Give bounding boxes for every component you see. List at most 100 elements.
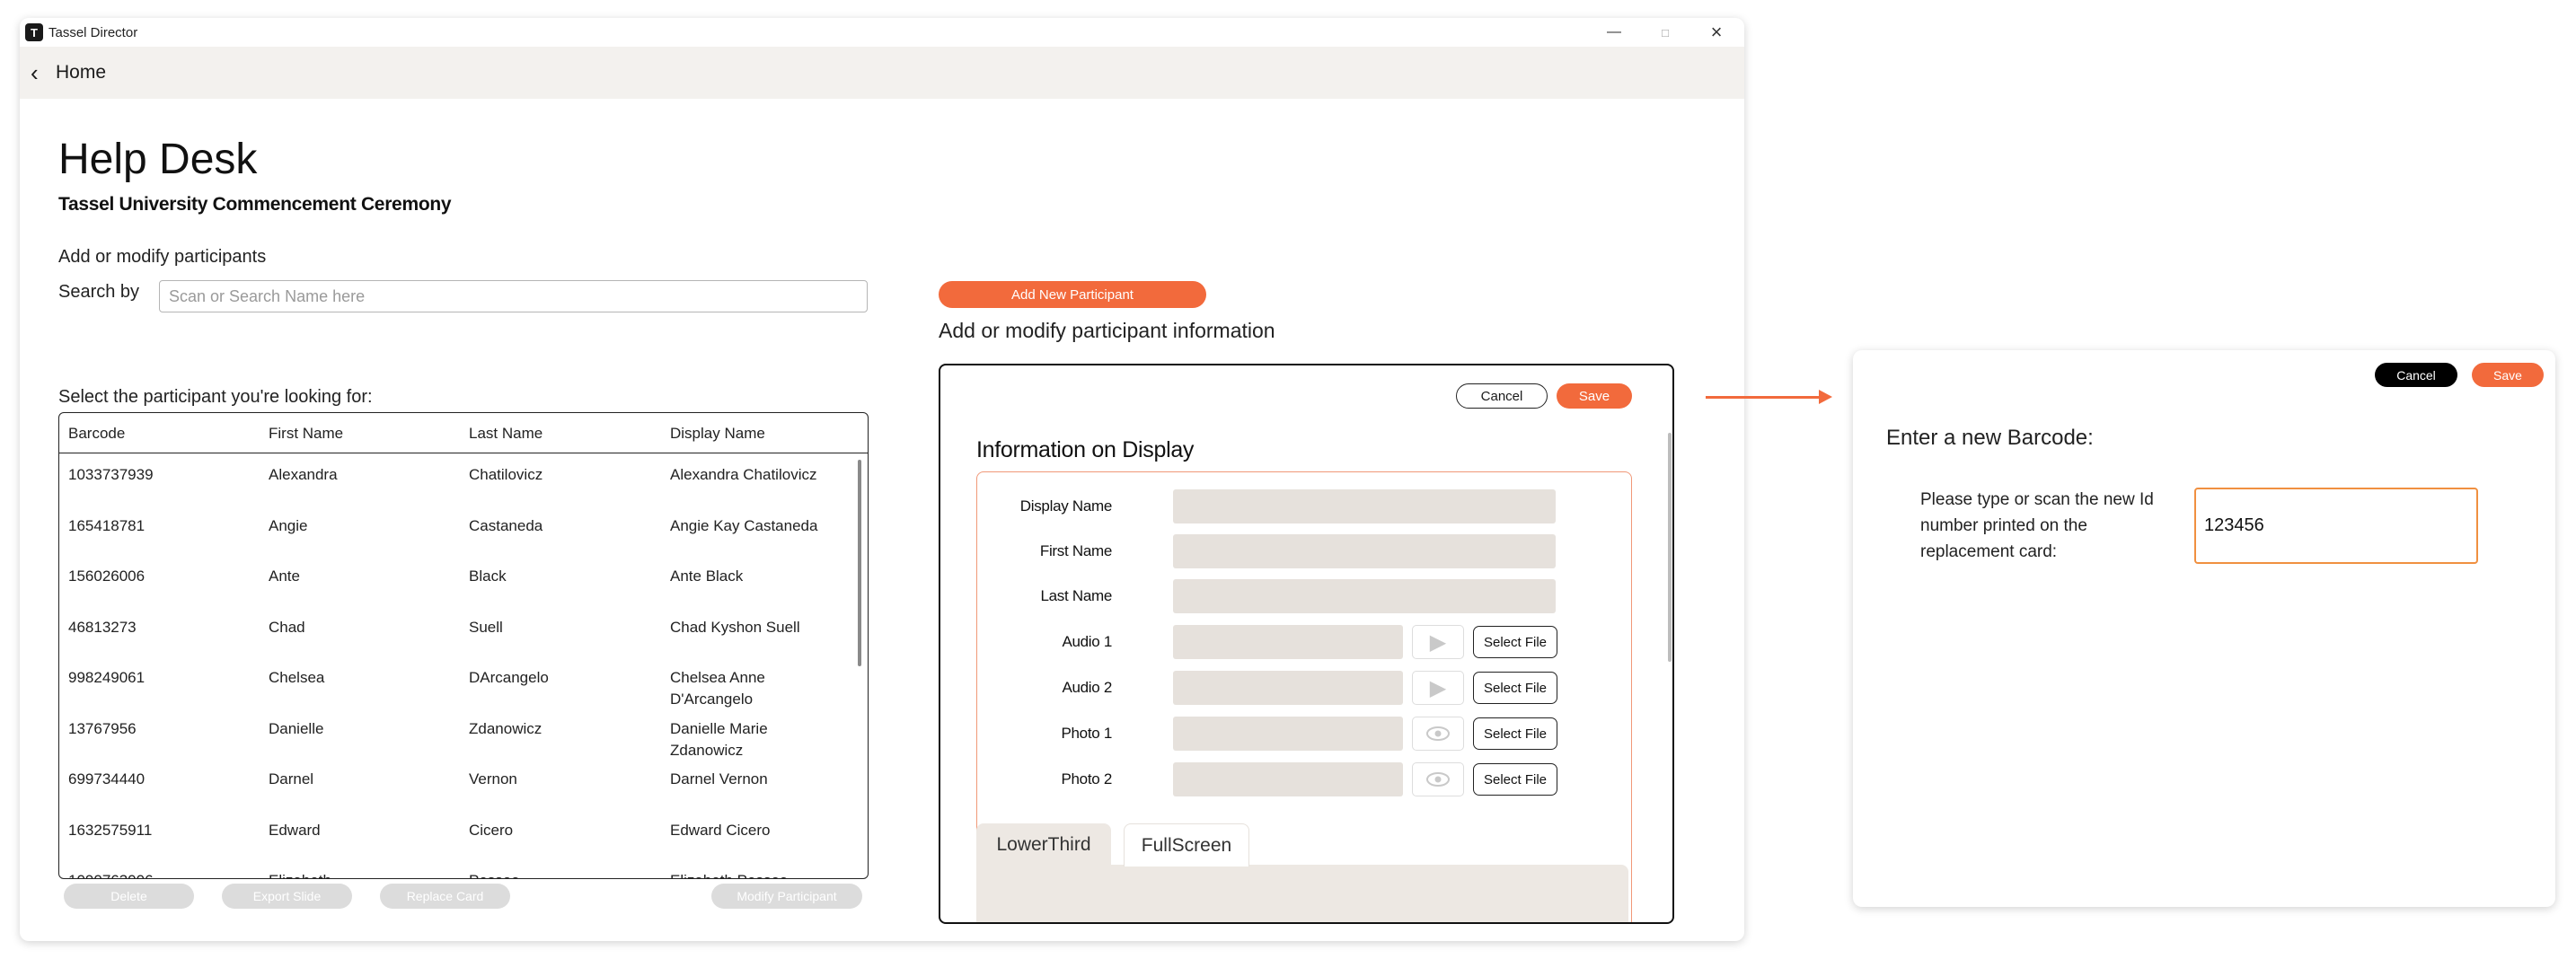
eye-icon[interactable] [1412, 762, 1464, 796]
information-on-display-heading: Information on Display [976, 437, 1195, 462]
cell-first-name: Ante [269, 567, 300, 585]
photo2-label: Photo 2 [1061, 770, 1112, 787]
search-input[interactable] [159, 280, 868, 312]
select-participant-label: Select the participant you're looking fo… [58, 387, 373, 407]
audio2-field[interactable] [1173, 671, 1403, 705]
last-name-label: Last Name [1040, 587, 1112, 604]
chevron-left-icon[interactable]: ‹ [31, 59, 39, 87]
audio2-label: Audio 2 [1062, 679, 1112, 696]
table-row[interactable]: 1632575911 Edward Cicero Edward Cicero [59, 809, 863, 859]
cell-last-name: Pessoa [469, 870, 520, 878]
arrow-connector [1706, 396, 1822, 399]
cell-last-name: Zdanowicz [469, 719, 543, 737]
cell-last-name: Black [469, 567, 507, 585]
cell-barcode: 1033737939 [68, 466, 154, 483]
arrow-head-icon [1819, 390, 1832, 404]
new-barcode-input[interactable] [2194, 488, 2478, 564]
cell-display-name: Chelsea Anne D'Arcangelo [670, 669, 765, 708]
cell-barcode: 156026006 [68, 567, 146, 585]
participant-info-panel: Cancel Save Information on Display Displ… [939, 364, 1674, 924]
eye-icon[interactable] [1412, 717, 1464, 751]
cell-barcode: 1632575911 [68, 821, 153, 839]
dialog-save-button[interactable]: Save [2472, 363, 2544, 387]
table-row[interactable]: 1033737939 Alexandra Chatilovicz Alexandra … [59, 453, 863, 504]
panel-scrollbar[interactable] [1668, 433, 1672, 662]
display-name-label: Display Name [1019, 497, 1113, 515]
play-icon[interactable]: ▶ [1412, 671, 1464, 705]
audio1-label: Audio 1 [1062, 633, 1112, 650]
column-header-last-name[interactable]: Last Name [469, 425, 543, 443]
tab-fullscreen[interactable]: FullScreen [1124, 823, 1249, 867]
display-name-field[interactable] [1173, 489, 1556, 523]
photo2-select-file-button[interactable]: Select File [1473, 763, 1557, 796]
table-row[interactable]: 1090763006 Elizabeth Pessoa Elizabeth Pesso… [59, 859, 863, 878]
cell-first-name: Angie [269, 516, 308, 534]
dialog-cancel-button[interactable]: Cancel [2375, 363, 2457, 387]
add-new-participant-button[interactable]: Add New Participant [939, 281, 1206, 308]
cell-display-name: Alexandra Chatilovicz [670, 466, 817, 483]
table-row[interactable]: 699734440 Darnel Vernon Darnel Vernon [59, 758, 863, 808]
table-row[interactable]: 165418781 Angie Castaneda Angie Kay Castane… [59, 505, 863, 555]
tab-content [976, 865, 1628, 922]
cell-first-name: Darnel [269, 770, 314, 787]
cell-barcode: 699734440 [68, 770, 146, 787]
cell-display-name: Darnel Vernon [670, 770, 768, 787]
table-row[interactable]: 156026006 Ante Black Ante Black [59, 555, 863, 605]
nav-bar: ‹ Home [20, 47, 1744, 99]
audio1-select-file-button[interactable]: Select File [1473, 626, 1557, 658]
cell-display-name: Elizabeth Pessoa [670, 870, 841, 878]
tab-lowerthird[interactable]: LowerThird [976, 823, 1111, 867]
table-row[interactable]: 998249061 Chelsea DArcangelo Chelsea Anne D… [59, 656, 863, 708]
photo1-select-file-button[interactable]: Select File [1473, 717, 1557, 750]
close-icon[interactable]: × [1698, 20, 1734, 45]
home-back-link[interactable]: Home [56, 62, 106, 84]
save-button[interactable]: Save [1557, 383, 1632, 409]
cell-last-name: Castaneda [469, 516, 543, 534]
column-header-barcode[interactable]: Barcode [68, 425, 125, 443]
maximize-icon[interactable]: □ [1647, 20, 1683, 45]
first-name-field[interactable] [1173, 534, 1556, 568]
last-name-field[interactable] [1173, 579, 1556, 613]
search-label: Search by [58, 282, 140, 302]
audio2-select-file-button[interactable]: Select File [1473, 672, 1557, 704]
table-row[interactable]: 13767956 Danielle Zdanowicz Danielle Marie … [59, 708, 863, 759]
column-header-display-name[interactable]: Display Name [670, 425, 765, 443]
first-name-label: First Name [1039, 542, 1112, 559]
photo1-label: Photo 1 [1061, 725, 1112, 742]
table-row[interactable]: 46813273 Chad Suell Chad Kyshon Suell [59, 606, 863, 656]
cell-barcode: 46813273 [68, 618, 137, 636]
cell-last-name: DArcangelo [469, 669, 549, 686]
cell-display-name: Danielle Marie Zdanowicz [670, 719, 768, 759]
delete-button[interactable]: Delete [64, 884, 194, 909]
play-icon[interactable]: ▶ [1412, 625, 1464, 659]
table-header: Barcode First Name Last Name Display Nam… [59, 413, 868, 453]
cell-barcode: 998249061 [68, 669, 146, 686]
main-window: T Tassel Director — □ × ‹ Home Help Desk… [20, 18, 1744, 941]
title-bar: T Tassel Director — □ × [20, 18, 1744, 47]
page-subtitle: Tassel University Commencement Ceremony [58, 194, 452, 215]
table-body: 1033737939 Alexandra Chatilovicz Alexandra … [59, 453, 868, 878]
participant-info-heading: Add or modify participant information [939, 319, 1275, 342]
minimize-icon[interactable]: — [1596, 20, 1632, 45]
cell-last-name: Chatilovicz [469, 466, 543, 483]
cell-first-name: Danielle [269, 719, 324, 737]
column-header-first-name[interactable]: First Name [269, 425, 343, 443]
modify-participant-button[interactable]: Modify Participant [711, 884, 862, 909]
cell-display-name: Angie Kay Castaneda [670, 516, 818, 534]
cell-last-name: Suell [469, 618, 503, 636]
cell-first-name: Edward [269, 821, 321, 839]
app-title: Tassel Director [49, 25, 138, 40]
table-scrollbar[interactable] [858, 460, 861, 666]
replace-card-button[interactable]: Replace Card [380, 884, 510, 909]
cell-display-name: Chad Kyshon Suell [670, 618, 800, 636]
photo1-field[interactable] [1173, 717, 1403, 751]
audio1-field[interactable] [1173, 625, 1403, 659]
cell-barcode: 13767956 [68, 719, 137, 737]
photo2-field[interactable] [1173, 762, 1403, 796]
cell-first-name: Chelsea [269, 669, 325, 686]
export-slide-button[interactable]: Export Slide [222, 884, 352, 909]
desktop-stage: T Tassel Director — □ × ‹ Home Help Desk… [0, 0, 2576, 959]
cancel-button[interactable]: Cancel [1456, 383, 1548, 409]
replace-barcode-dialog: Cancel Save Enter a new Barcode: Please … [1853, 350, 2555, 907]
participants-section-heading: Add or modify participants [58, 247, 267, 267]
